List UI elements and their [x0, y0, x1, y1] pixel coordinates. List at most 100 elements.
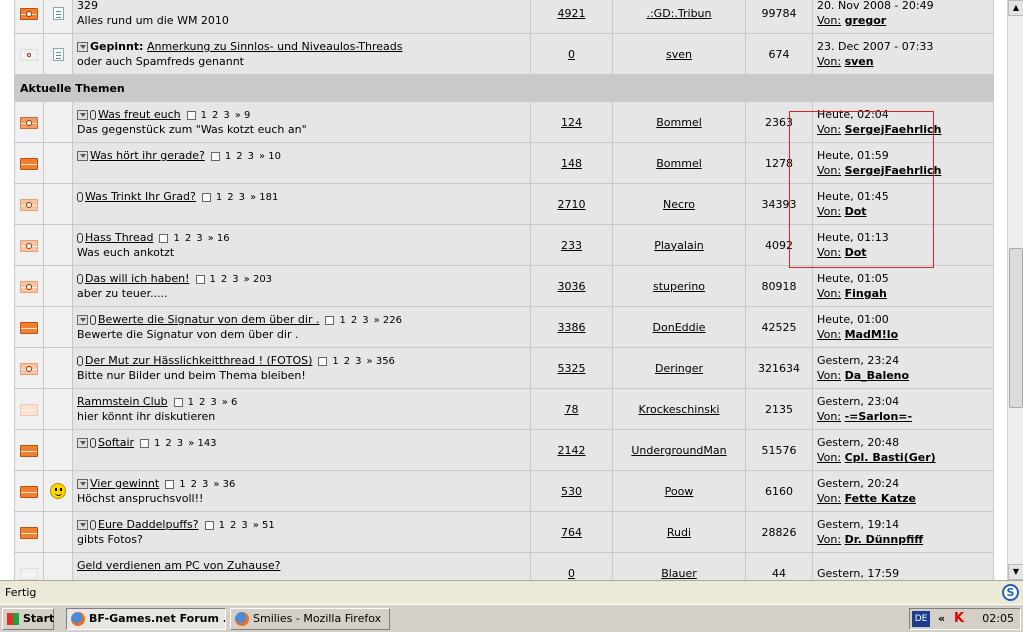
page-link[interactable]: 1 — [219, 520, 225, 531]
page-link[interactable]: » 181 — [250, 192, 278, 203]
topic-title-link[interactable]: Was freut euch — [98, 108, 181, 121]
page-link[interactable]: 1 — [339, 315, 345, 326]
page-link[interactable]: » 6 — [222, 397, 238, 408]
page-link[interactable]: 3 — [232, 274, 238, 285]
replies-link[interactable]: 0 — [568, 567, 575, 580]
page-link[interactable]: 1 — [225, 151, 231, 162]
topic-title-link[interactable]: Vier gewinnt — [90, 477, 159, 490]
last-post-user-link[interactable]: -=Sarlon=- — [845, 410, 913, 423]
topic-title-link[interactable]: Was Trinkt Ihr Grad? — [85, 190, 196, 203]
last-post-user-link[interactable]: Fingah — [845, 287, 887, 300]
author-link[interactable]: Poow — [665, 485, 694, 498]
page-link[interactable]: » 10 — [259, 151, 281, 162]
page-link[interactable]: 3 — [210, 397, 216, 408]
page-link[interactable]: » 143 — [188, 438, 216, 449]
author-link[interactable]: Rudi — [667, 526, 691, 539]
page-link[interactable]: 3 — [223, 110, 229, 121]
replies-link[interactable]: 5325 — [558, 362, 586, 375]
page-link[interactable]: 3 — [248, 151, 254, 162]
topic-title-link[interactable]: Geld verdienen am PC von Zuhause? — [77, 559, 280, 572]
sync-icon[interactable]: S — [1002, 584, 1019, 601]
page-link[interactable]: 2 — [351, 315, 357, 326]
page-link[interactable]: » 36 — [213, 479, 235, 490]
page-link[interactable]: 1 — [332, 356, 338, 367]
replies-link[interactable]: 3036 — [558, 280, 586, 293]
last-post-user-link[interactable]: Dot — [845, 246, 867, 259]
replies-link[interactable]: 764 — [561, 526, 582, 539]
author-link[interactable]: Playalain — [654, 239, 704, 252]
vertical-scrollbar[interactable]: ▲ ▼ — [1007, 0, 1023, 580]
page-link[interactable]: 2 — [227, 192, 233, 203]
last-post-user-link[interactable]: Cpl. Basti(Ger) — [845, 451, 936, 464]
topic-title-link[interactable]: Was hört ihr gerade? — [90, 149, 205, 162]
page-link[interactable]: 1 — [201, 110, 207, 121]
last-post-user-link[interactable]: MadM!lo — [845, 328, 899, 341]
page-link[interactable]: » 51 — [253, 520, 275, 531]
author-link[interactable]: UndergroundMan — [631, 444, 726, 457]
page-link[interactable]: » 356 — [367, 356, 395, 367]
replies-link[interactable]: 4921 — [558, 7, 586, 20]
author-link[interactable]: Blauer — [661, 567, 697, 580]
last-post-user-link[interactable]: sven — [845, 55, 874, 68]
page-link[interactable]: 3 — [362, 315, 368, 326]
topic-title-link[interactable]: Rammstein Club — [77, 395, 168, 408]
page-link[interactable]: 1 — [210, 274, 216, 285]
page-link[interactable]: 2 — [185, 233, 191, 244]
topic-title-link[interactable]: Der Mut zur Hässlichkeitthread ! (FOTOS) — [85, 354, 312, 367]
scroll-down-button[interactable]: ▼ — [1008, 564, 1023, 580]
last-post-user-link[interactable]: SergejFaehrlich — [845, 164, 942, 177]
last-post-user-link[interactable]: Da_Baleno — [845, 369, 909, 382]
replies-link[interactable]: 148 — [561, 157, 582, 170]
replies-link[interactable]: 530 — [561, 485, 582, 498]
author-link[interactable]: .:GD:.Tribun — [646, 7, 711, 20]
replies-link[interactable]: 233 — [561, 239, 582, 252]
page-link[interactable]: 1 — [154, 438, 160, 449]
replies-link[interactable]: 3386 — [558, 321, 586, 334]
page-link[interactable]: 3 — [239, 192, 245, 203]
replies-link[interactable]: 2710 — [558, 198, 586, 211]
start-button[interactable]: Start — [2, 608, 54, 630]
page-link[interactable]: 2 — [236, 151, 242, 162]
page-link[interactable]: 3 — [241, 520, 247, 531]
page-link[interactable]: 1 — [188, 397, 194, 408]
last-post-user-link[interactable]: gregor — [845, 14, 887, 27]
scroll-up-button[interactable]: ▲ — [1008, 0, 1023, 16]
replies-link[interactable]: 2142 — [558, 444, 586, 457]
page-link[interactable]: 3 — [177, 438, 183, 449]
last-post-user-link[interactable]: Dot — [845, 205, 867, 218]
author-link[interactable]: Necro — [663, 198, 695, 211]
page-link[interactable]: 2 — [165, 438, 171, 449]
page-link[interactable]: » 226 — [374, 315, 402, 326]
language-indicator[interactable]: DE — [912, 611, 930, 627]
antivirus-icon[interactable]: K — [954, 611, 968, 627]
page-link[interactable]: 2 — [199, 397, 205, 408]
page-link[interactable]: 2 — [230, 520, 236, 531]
author-link[interactable]: Krockeschinski — [639, 403, 720, 416]
author-link[interactable]: Bommel — [656, 157, 702, 170]
topic-title-link[interactable]: Softair — [98, 436, 134, 449]
last-post-user-link[interactable]: Fette Katze — [845, 492, 916, 505]
page-link[interactable]: 2 — [344, 356, 350, 367]
taskbar-button-smilies[interactable]: Smilies - Mozilla Firefox — [230, 608, 390, 630]
replies-link[interactable]: 0 — [568, 48, 575, 61]
topic-title-link[interactable]: Das will ich haben! — [85, 272, 190, 285]
page-link[interactable]: 1 — [216, 192, 222, 203]
page-link[interactable]: 2 — [221, 274, 227, 285]
page-link[interactable]: » 203 — [244, 274, 272, 285]
page-link[interactable]: » 9 — [235, 110, 251, 121]
author-link[interactable]: sven — [666, 48, 692, 61]
replies-link[interactable]: 78 — [565, 403, 579, 416]
topic-title-link[interactable]: Hass Thread — [85, 231, 153, 244]
topic-title-link[interactable]: Anmerkung zu Sinnlos- und Niveaulos-Thre… — [147, 40, 403, 53]
page-link[interactable]: 2 — [191, 479, 197, 490]
page-link[interactable]: 3 — [202, 479, 208, 490]
tray-expand-icon[interactable]: « — [938, 609, 945, 629]
page-link[interactable]: » 16 — [208, 233, 230, 244]
author-link[interactable]: Deringer — [655, 362, 703, 375]
page-link[interactable]: 2 — [212, 110, 218, 121]
last-post-user-link[interactable]: Dr. Dünnpfiff — [845, 533, 924, 546]
topic-title-link[interactable]: Eure Daddelpuffs? — [98, 518, 199, 531]
replies-link[interactable]: 124 — [561, 116, 582, 129]
author-link[interactable]: Bommel — [656, 116, 702, 129]
last-post-user-link[interactable]: SergejFaehrlich — [845, 123, 942, 136]
